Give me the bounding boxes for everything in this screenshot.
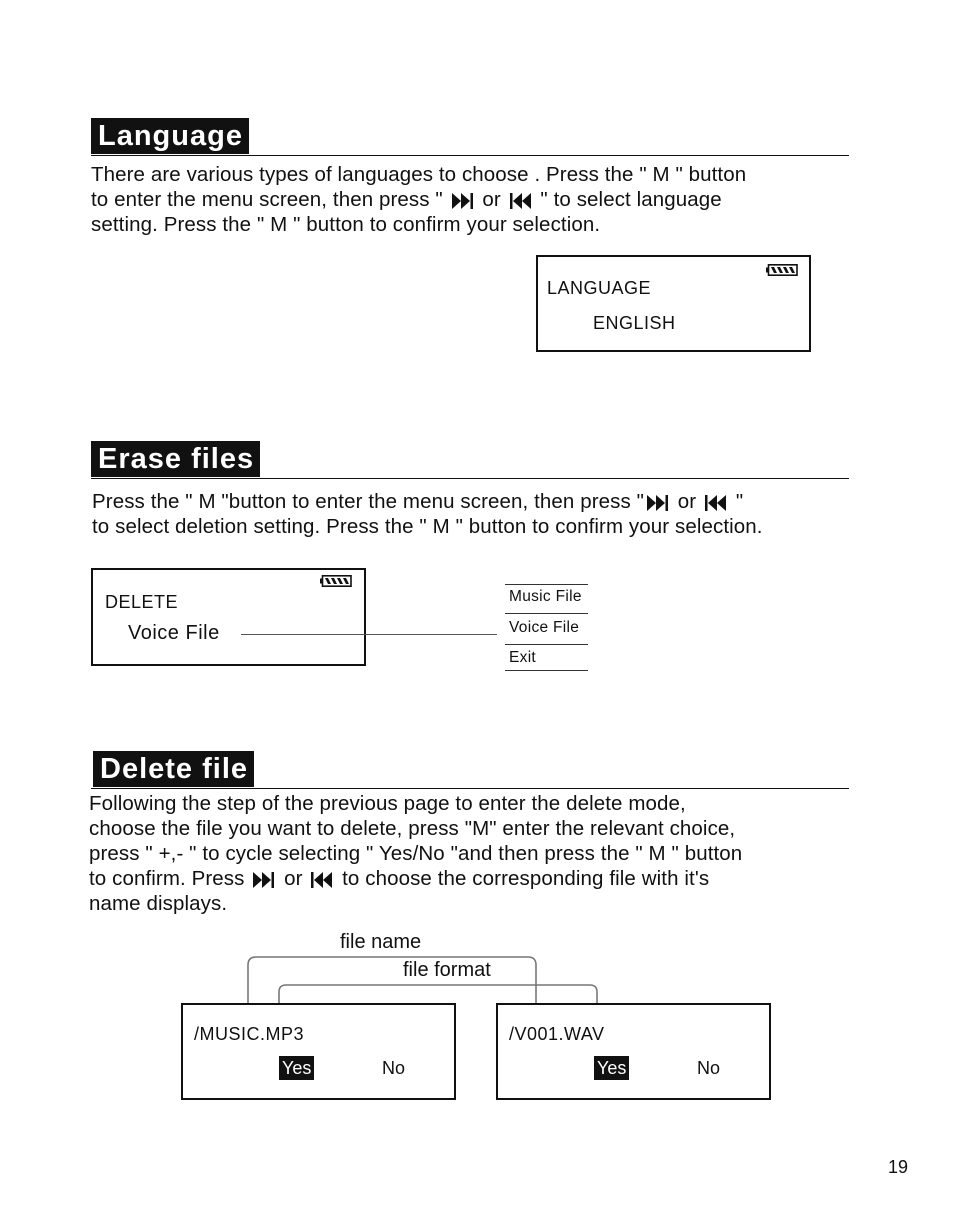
no-option: No — [382, 1058, 406, 1078]
file-name-label: file name — [340, 931, 422, 953]
file-format-label: file format — [403, 959, 491, 981]
lcd-screen-file-mp3: /MUSIC.MP3 Yes No — [181, 1003, 456, 1100]
no-option: No — [697, 1058, 721, 1078]
lcd-filename: /V001.WAV — [509, 1024, 605, 1044]
yes-option-selected: Yes — [594, 1056, 630, 1080]
yes-option-selected: Yes — [279, 1056, 315, 1080]
page-number: 19 — [888, 1157, 909, 1177]
lcd-filename: /MUSIC.MP3 — [194, 1024, 305, 1044]
lcd-screen-file-wav: /V001.WAV Yes No — [496, 1003, 771, 1100]
annotation-brackets — [247, 956, 598, 1013]
